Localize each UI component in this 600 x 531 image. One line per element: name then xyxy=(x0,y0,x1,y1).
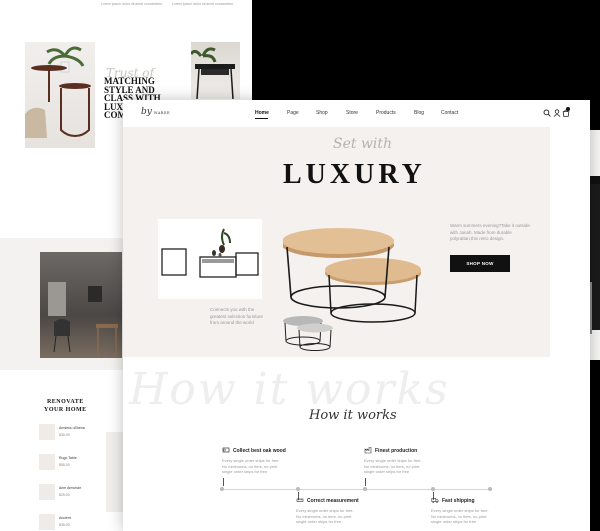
nav-item-contact[interactable]: Contact xyxy=(441,110,458,116)
step-text: Every single order ships for free. No mi… xyxy=(222,458,280,474)
timeline-dot xyxy=(296,487,300,491)
step-title: Collect best oak wood xyxy=(233,448,286,454)
timeline-dot xyxy=(488,487,492,491)
renovate-line-1: RENOVATE xyxy=(46,399,84,405)
brand-logo[interactable]: by WAREE xyxy=(141,107,170,117)
renovate-heading: RENOVATE YOUR HOME xyxy=(44,398,87,414)
timeline-dot xyxy=(363,487,367,491)
step-title: Finest production xyxy=(375,448,418,454)
step-title: Correct measurement xyxy=(307,498,359,504)
hero-title: LUXURY xyxy=(283,159,426,190)
product-price: $55.00 xyxy=(59,463,70,467)
shop-now-button[interactable]: SHOP NOW xyxy=(450,255,510,272)
back-top-text-right: Lorem ipsum dolor sit amet consectetur xyxy=(172,2,234,6)
coffee-tables-image xyxy=(283,228,421,351)
timeline-dot xyxy=(431,487,435,491)
hero-script-heading: Set with xyxy=(333,136,393,152)
product-thumbnail xyxy=(39,424,55,440)
product-thumbnail xyxy=(39,484,55,500)
timeline-tick xyxy=(365,478,366,486)
interior-room-photo xyxy=(40,252,122,358)
product-thumbnail xyxy=(39,514,55,530)
side-table-photo xyxy=(25,42,95,148)
search-icon[interactable] xyxy=(543,109,551,117)
nav-item-blog[interactable]: Blog xyxy=(414,110,424,116)
renovate-line-2: YOUR HOME xyxy=(44,407,87,413)
truck-icon xyxy=(431,498,439,503)
cart-count-badge xyxy=(566,107,570,111)
hero-caption: Connects you with the greatest selection… xyxy=(210,307,264,325)
product-price: $25.00 xyxy=(59,493,70,497)
step-text: Every single order ships for free. No mi… xyxy=(364,458,422,474)
desk-plant-photo xyxy=(189,42,240,100)
wood-icon xyxy=(222,447,230,453)
measure-icon xyxy=(296,498,304,502)
chairs-table-photo xyxy=(158,219,262,299)
timeline-tick xyxy=(223,478,224,486)
factory-icon xyxy=(364,447,372,454)
process-timeline xyxy=(222,489,490,490)
logo-wordmark: WAREE xyxy=(153,111,171,115)
hero-description: Warm summers evening?Take it outside wit… xyxy=(450,223,530,241)
user-icon[interactable] xyxy=(553,109,561,117)
product-price: $35.00 xyxy=(59,433,70,437)
nav-item-store[interactable]: Store xyxy=(346,110,358,116)
main-page: by WAREE Home Page Shop Store Products Bl… xyxy=(123,100,590,531)
how-it-works-watermark: How it works xyxy=(129,364,450,415)
product-name: Arim Armchair xyxy=(59,486,81,490)
logo-script: by xyxy=(141,107,152,117)
back-top-text-left: Lorem ipsum dolor sit amet consectetur xyxy=(101,2,163,6)
how-it-works-title: How it works xyxy=(309,408,397,423)
top-navigation: by WAREE Home Page Shop Store Products Bl… xyxy=(123,100,590,127)
nav-item-products[interactable]: Products xyxy=(376,110,396,116)
hero-banner: Set with LUXURY Connects you with the gr… xyxy=(123,127,550,357)
product-name: Ancient xyxy=(59,516,71,520)
step-text: Every single order ships for free. No mi… xyxy=(431,508,489,524)
nav-item-page[interactable]: Page xyxy=(287,110,299,116)
product-name: Armless uShena xyxy=(59,426,85,430)
product-name: Rugo Table xyxy=(59,456,77,460)
active-indicator xyxy=(255,118,268,119)
product-thumbnail xyxy=(39,454,55,470)
timeline-dot xyxy=(220,487,224,491)
product-price: $35.00 xyxy=(59,523,70,527)
nav-item-shop[interactable]: Shop xyxy=(316,110,328,116)
nav-item-home[interactable]: Home xyxy=(255,110,269,116)
step-text: Every single order ships for free. No mi… xyxy=(296,508,354,524)
product-item[interactable]: Ancient $35.00 xyxy=(39,514,119,530)
step-title: Fast shipping xyxy=(442,498,475,504)
